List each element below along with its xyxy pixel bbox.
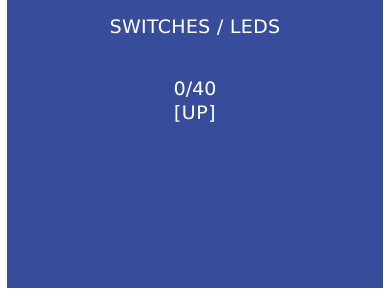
device-display: SWITCHES / LEDS 0/40 [UP] — [7, 0, 383, 288]
switch-led-counter: 0/40 — [173, 78, 217, 100]
switch-state-indicator: [UP] — [173, 102, 217, 124]
screen-title: SWITCHES / LEDS — [109, 16, 281, 38]
